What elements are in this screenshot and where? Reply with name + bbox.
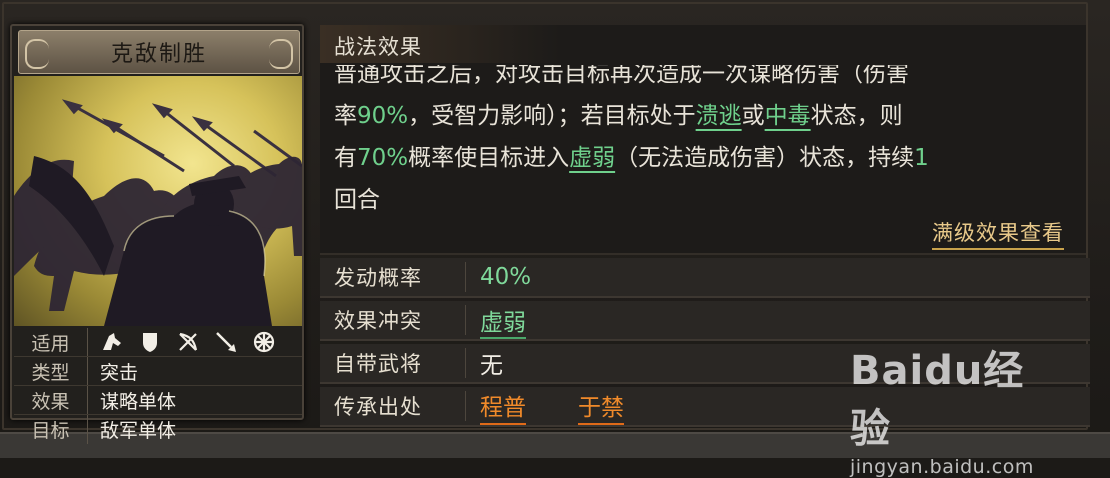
desc-line: 回合 xyxy=(334,187,380,213)
card-title-bar: 克敌制胜 xyxy=(18,30,300,74)
desc-line: 率90%，受智力影响）；若目标处于溃逃或中毒状态，则 xyxy=(334,103,903,129)
watermark-url: jingyan.baidu.com xyxy=(850,456,1034,478)
skill-artwork xyxy=(14,76,302,326)
watermark-logo: Baidu经验 xyxy=(850,348,1025,452)
info-row-type: 类型 突击 xyxy=(14,357,302,386)
panel-header: 战法效果 xyxy=(320,25,560,63)
info-label: 目标 xyxy=(14,415,88,444)
info-row-target: 目标 敌军单体 xyxy=(14,415,302,444)
info-row-applicable: 适用 xyxy=(14,328,302,357)
bow-icon xyxy=(176,330,200,354)
info-label: 效果 xyxy=(14,386,88,414)
attr-label: 发动概率 xyxy=(320,262,466,292)
panel-header-title: 战法效果 xyxy=(334,35,422,59)
card-title: 克敌制胜 xyxy=(110,42,207,67)
attr-label: 自带武将 xyxy=(320,348,466,378)
inherit-general-link[interactable]: 于禁 xyxy=(578,388,624,425)
inherit-general-link[interactable]: 程普 xyxy=(480,388,526,425)
effect-panel: 战法效果 普通攻击之后，对攻击目标再次造成一次谋略伤害（伤害 率90%，受智力影… xyxy=(320,25,1086,255)
effect-description[interactable]: 普通攻击之后，对攻击目标再次造成一次谋略伤害（伤害 率90%，受智力影响）；若目… xyxy=(334,65,1076,241)
info-label: 适用 xyxy=(14,328,88,356)
info-label: 类型 xyxy=(14,357,88,385)
desc-line: 有70%概率使目标进入虚弱（无法造成伤害）状态，持续1 xyxy=(334,145,929,171)
attr-row-conflict: 效果冲突 虚弱 xyxy=(320,301,1090,341)
info-value: 谋略单体 xyxy=(100,390,177,413)
attr-label: 效果冲突 xyxy=(320,305,466,335)
status-link-rout[interactable]: 溃逃 xyxy=(696,103,742,129)
info-value: 突击 xyxy=(100,361,139,384)
info-row-effect: 效果 谋略单体 xyxy=(14,386,302,415)
info-value: 敌军单体 xyxy=(100,420,177,442)
conflict-status-link[interactable]: 虚弱 xyxy=(480,310,526,339)
skill-card: 克敌制胜 适用 类型 突击 效果 谋略单体 目标 敌军单体 xyxy=(10,24,304,444)
cavalry-charge-illustration xyxy=(14,99,302,326)
attr-row-trigger-rate: 发动概率 40% xyxy=(320,258,1090,298)
wheel-icon xyxy=(252,330,276,354)
cavalry-icon xyxy=(100,330,124,354)
spear-icon xyxy=(214,330,238,354)
own-general-value: 无 xyxy=(480,353,503,379)
view-max-level-effect-link[interactable]: 满级效果查看 xyxy=(932,217,1064,250)
baidu-watermark: Baidu经验 jingyan.baidu.com xyxy=(850,338,1060,478)
attr-label: 传承出处 xyxy=(320,391,466,421)
status-link-poison[interactable]: 中毒 xyxy=(765,103,811,129)
unit-type-icons xyxy=(88,330,276,354)
status-link-weak[interactable]: 虚弱 xyxy=(569,145,615,171)
desc-line: 普通攻击之后，对攻击目标再次造成一次谋略伤害（伤害 xyxy=(334,65,909,87)
shield-icon xyxy=(138,330,162,354)
card-info-table: 适用 类型 突击 效果 谋略单体 目标 敌军单体 xyxy=(14,328,302,444)
trigger-rate-value: 40% xyxy=(480,264,532,290)
